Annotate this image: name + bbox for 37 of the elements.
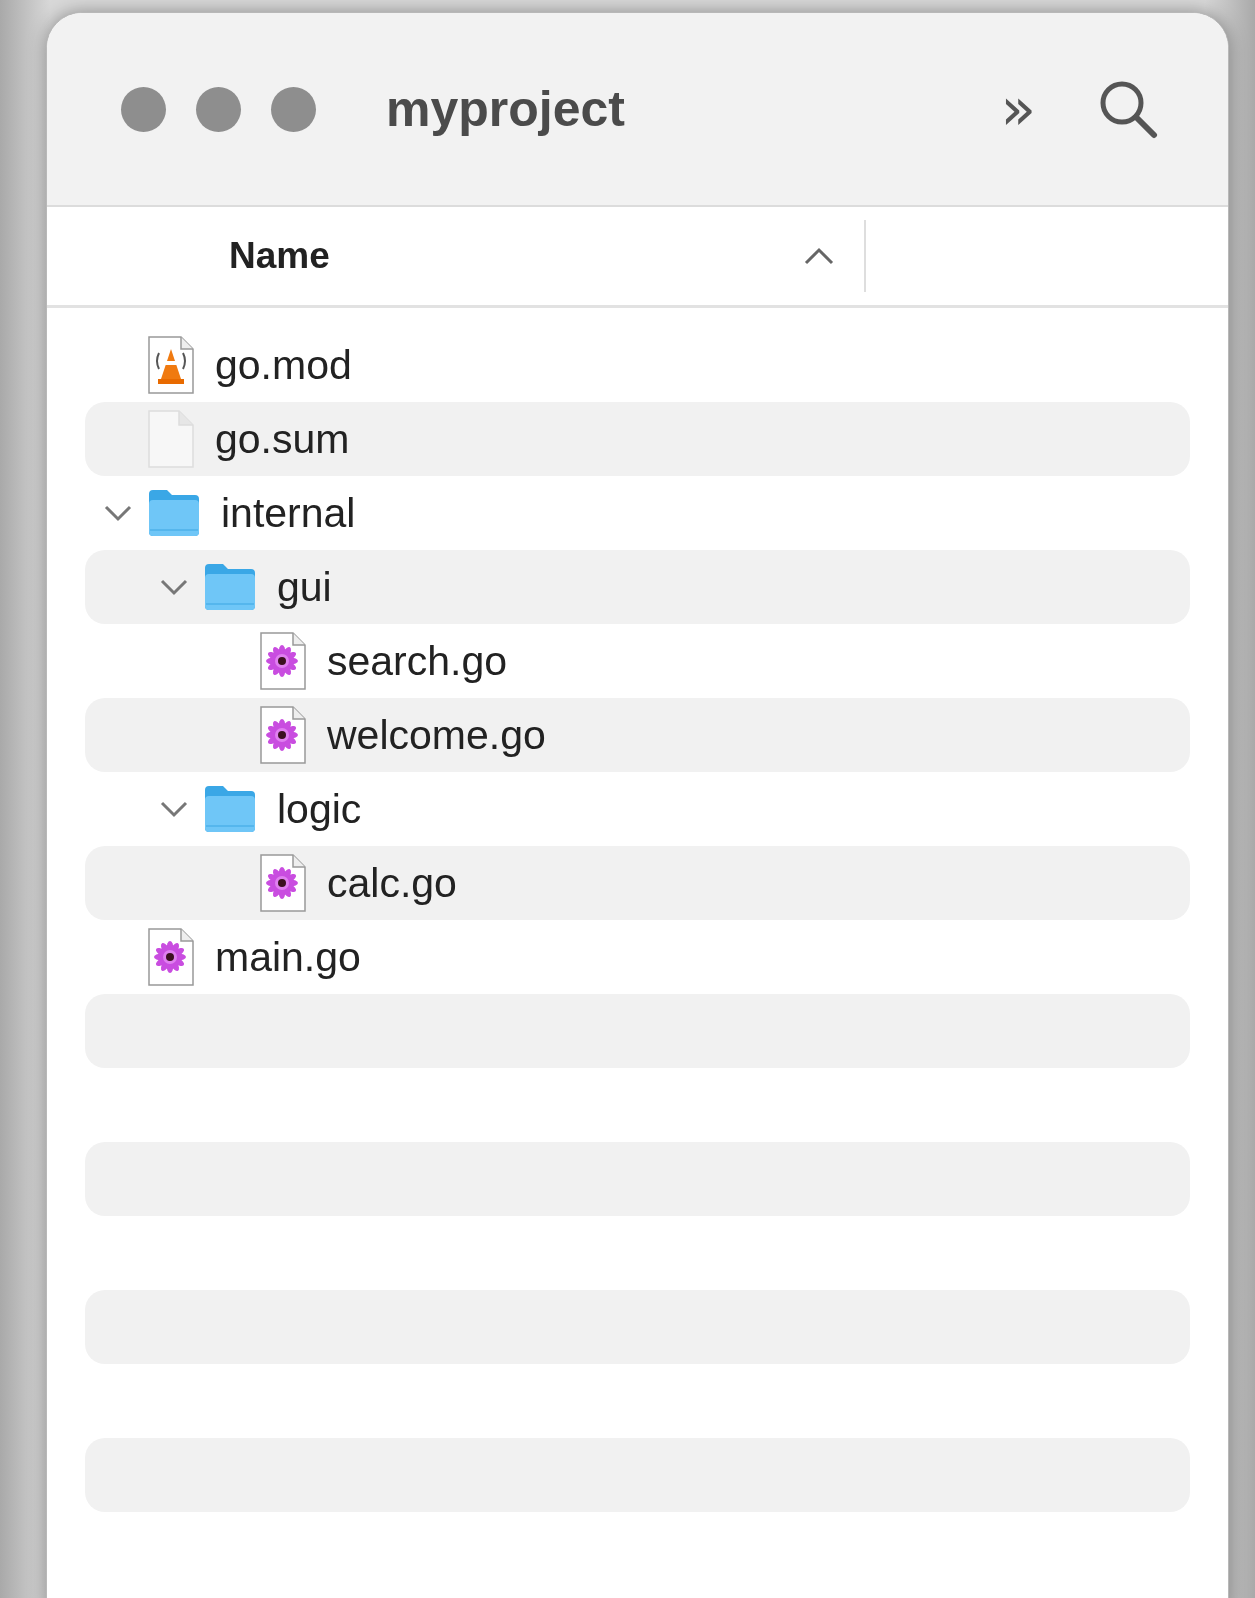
cone-document-icon: [147, 335, 195, 395]
file-name: gui: [277, 563, 332, 611]
file-row[interactable]: main.go: [85, 920, 1190, 994]
flower-document-icon: [259, 631, 307, 691]
name-column-header[interactable]: Name: [223, 220, 866, 292]
file-name: calc.go: [327, 859, 457, 907]
chevron-down-icon[interactable]: [159, 577, 189, 597]
more-button[interactable]: »: [996, 80, 1040, 138]
zoom-button[interactable]: [271, 86, 316, 132]
document-icon: [147, 409, 195, 469]
file-row[interactable]: welcome.go: [85, 698, 1190, 772]
minimize-button[interactable]: [196, 86, 241, 132]
file-row[interactable]: go.mod: [85, 328, 1190, 402]
file-name: main.go: [215, 933, 361, 981]
file-name: welcome.go: [327, 711, 546, 759]
flower-document-icon: [147, 927, 195, 987]
file-row[interactable]: calc.go: [85, 846, 1190, 920]
file-row[interactable]: internal: [85, 476, 1190, 550]
file-name: logic: [277, 785, 362, 833]
flower-document-icon: [259, 705, 307, 765]
file-name: go.sum: [215, 415, 350, 463]
folder-icon: [147, 488, 201, 538]
folder-icon: [203, 562, 257, 612]
file-row[interactable]: search.go: [85, 624, 1190, 698]
chevron-down-icon[interactable]: [159, 799, 189, 819]
file-name: search.go: [327, 637, 508, 685]
search-icon[interactable]: [1098, 79, 1158, 139]
file-name: go.mod: [215, 341, 352, 389]
file-row[interactable]: go.sum: [85, 402, 1190, 476]
file-name: internal: [221, 489, 356, 537]
chevron-down-icon[interactable]: [103, 503, 133, 523]
file-row[interactable]: logic: [85, 772, 1190, 846]
close-button[interactable]: [121, 86, 166, 132]
window-title: myproject: [386, 80, 626, 138]
folder-icon: [203, 784, 257, 834]
flower-document-icon: [259, 853, 307, 913]
file-row[interactable]: gui: [85, 550, 1190, 624]
